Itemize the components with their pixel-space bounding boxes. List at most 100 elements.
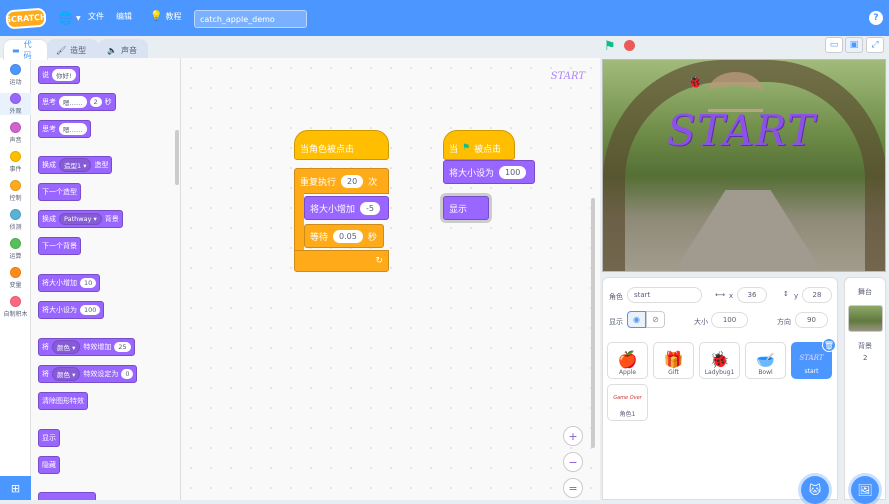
change-effect-block[interactable]: 将颜色 ▾ 特效增加 25 bbox=[38, 338, 135, 356]
partial-block[interactable] bbox=[38, 492, 96, 500]
stop-button[interactable] bbox=[624, 40, 635, 51]
project-name-input[interactable]: catch_apple_demo bbox=[194, 10, 307, 28]
category-looks[interactable]: 外观 bbox=[0, 93, 31, 115]
y-input[interactable]: 28 bbox=[802, 287, 832, 303]
size-input[interactable]: 100 bbox=[711, 312, 748, 328]
looks-dot-icon bbox=[10, 93, 21, 104]
switch-backdrop-block[interactable]: 换成 Pathway ▾ 背景 bbox=[38, 210, 123, 228]
repeat-block-end: ↻ bbox=[294, 250, 389, 272]
zoom-reset-button[interactable]: = bbox=[563, 478, 583, 498]
bowl-icon: 🥣 bbox=[756, 351, 775, 369]
edit-menu[interactable]: 编辑 bbox=[116, 11, 132, 22]
block-input[interactable]: 嗯…… bbox=[59, 123, 87, 135]
category-variables[interactable]: 变量 bbox=[0, 267, 31, 289]
zoom-out-button[interactable]: − bbox=[563, 452, 583, 472]
gift-icon: 🎁 bbox=[663, 350, 684, 369]
sprite-tile-apple[interactable]: 🍎 Apple bbox=[607, 342, 648, 379]
next-costume-block[interactable]: 下一个造型 bbox=[38, 183, 81, 201]
small-stage-button[interactable]: ▭ bbox=[825, 37, 843, 53]
effect-dropdown[interactable]: 颜色 ▾ bbox=[52, 340, 81, 354]
sprite-name-input[interactable]: start bbox=[627, 287, 702, 303]
block-input[interactable]: 25 bbox=[114, 342, 131, 352]
set-size-block[interactable]: 将大小设为 100 bbox=[38, 301, 105, 319]
stage-selector[interactable]: 舞台 背景 2 🖼 bbox=[844, 277, 886, 504]
sprite-tile-ladybug1[interactable]: 🐞 Ladybug1 bbox=[699, 342, 740, 379]
block-label: 换成 bbox=[42, 161, 56, 169]
stage-canvas[interactable]: 🐞 START bbox=[602, 59, 886, 272]
block-input[interactable]: 10 bbox=[80, 278, 97, 288]
tutorials-label: 教程 bbox=[165, 12, 182, 21]
extensions-button[interactable]: ⊞ bbox=[0, 476, 31, 500]
tab-code-label: 代码 bbox=[23, 40, 32, 60]
size-change-input[interactable]: -5 bbox=[360, 201, 380, 215]
category-control[interactable]: 控制 bbox=[0, 180, 31, 202]
x-input[interactable]: 36 bbox=[737, 287, 767, 303]
cat-add-icon: 🐱 bbox=[808, 483, 822, 497]
script-workspace[interactable]: START 当角色被点击 重复执行 20 次 将大小增加 -5 等待 0.05 秒 ↻ 当… bbox=[181, 58, 600, 500]
show-block[interactable]: 显示 bbox=[443, 196, 489, 220]
delete-sprite-button[interactable]: 🗑 bbox=[822, 338, 836, 352]
wait-seconds-input[interactable]: 0.05 bbox=[333, 229, 363, 243]
size-input[interactable]: 100 bbox=[499, 165, 527, 179]
language-menu[interactable]: 🌐 ▼ bbox=[58, 11, 81, 25]
change-size-block[interactable]: 将大小增加 10 bbox=[38, 274, 101, 292]
tutorials-menu[interactable]: 💡 教程 bbox=[150, 11, 181, 22]
when-flag-clicked-block[interactable]: 当 ⚑ 被点击 bbox=[443, 130, 515, 160]
next-backdrop-block[interactable]: 下一个背景 bbox=[38, 237, 81, 255]
workspace-scrollbar[interactable] bbox=[591, 198, 595, 448]
help-icon[interactable]: ? bbox=[869, 11, 883, 25]
category-events[interactable]: 事件 bbox=[0, 151, 31, 173]
normal-stage-button[interactable]: ▣ bbox=[845, 37, 863, 53]
dropdown-value: 颜色 bbox=[57, 344, 70, 352]
think-secs-block[interactable]: 思考 嗯…… 2 秒 bbox=[38, 93, 116, 111]
category-sound[interactable]: 声音 bbox=[0, 122, 31, 144]
change-size-block[interactable]: 将大小增加 -5 bbox=[304, 196, 389, 220]
category-operators[interactable]: 运算 bbox=[0, 238, 31, 260]
small-stage-icon: ▭ bbox=[829, 40, 839, 50]
hide-block[interactable]: 隐藏 bbox=[38, 456, 60, 474]
show-visible-button[interactable]: ◉ bbox=[627, 311, 646, 328]
sprite-tile-bowl[interactable]: 🥣 Bowl bbox=[745, 342, 786, 379]
say-block[interactable]: 说你好! bbox=[38, 66, 80, 84]
block-input[interactable]: 你好! bbox=[52, 69, 76, 81]
costume-dropdown[interactable]: 造型1 ▾ bbox=[59, 158, 92, 172]
sprite-tile-gift[interactable]: 🎁 Gift bbox=[653, 342, 694, 379]
tab-costumes[interactable]: 🖌 造型 bbox=[47, 39, 99, 60]
code-icon: ▬ bbox=[12, 45, 20, 55]
sprite-tile-sprite1[interactable]: Game Over 角色1 bbox=[607, 384, 648, 421]
show-hidden-button[interactable]: ⊘ bbox=[646, 311, 665, 328]
set-size-block[interactable]: 将大小设为 100 bbox=[443, 160, 535, 184]
wait-block[interactable]: 等待 0.05 秒 bbox=[304, 224, 384, 248]
think-block[interactable]: 思考 嗯…… bbox=[38, 120, 91, 138]
fullscreen-button[interactable]: ⤢ bbox=[866, 37, 884, 53]
zoom-in-button[interactable]: + bbox=[563, 426, 583, 446]
repeat-block[interactable]: 重复执行 20 次 bbox=[294, 168, 389, 194]
category-sensing[interactable]: 侦测 bbox=[0, 209, 31, 231]
scratch-logo[interactable]: SCRATCH bbox=[5, 7, 47, 30]
category-motion[interactable]: 运动 bbox=[0, 64, 31, 86]
repeat-count-input[interactable]: 20 bbox=[341, 174, 364, 188]
backdrop-dropdown[interactable]: Pathway ▾ bbox=[59, 213, 102, 225]
switch-costume-block[interactable]: 换成 造型1 ▾ 造型 bbox=[38, 156, 113, 174]
backdrop-thumbnail[interactable] bbox=[848, 305, 883, 332]
tab-sounds[interactable]: 🔈 声音 bbox=[98, 39, 148, 60]
show-block[interactable]: 显示 bbox=[38, 429, 60, 447]
when-sprite-clicked-block[interactable]: 当角色被点击 bbox=[294, 130, 389, 160]
block-input[interactable]: 0 bbox=[121, 369, 134, 379]
image-add-icon: 🖼 bbox=[857, 483, 873, 497]
tab-code[interactable]: ▬ 代码 bbox=[3, 39, 48, 60]
effect-dropdown[interactable]: 颜色 ▾ bbox=[52, 367, 81, 381]
set-effect-block[interactable]: 将颜色 ▾ 特效设定为 0 bbox=[38, 365, 138, 383]
green-flag-button[interactable]: ⚑ bbox=[604, 39, 616, 54]
block-input[interactable]: 100 bbox=[80, 305, 101, 315]
file-menu[interactable]: 文件 bbox=[88, 11, 104, 22]
block-input[interactable]: 嗯…… bbox=[59, 96, 87, 108]
block-input[interactable]: 2 bbox=[89, 97, 102, 107]
category-label: 自制积木 bbox=[3, 311, 28, 318]
direction-input[interactable]: 90 bbox=[795, 312, 828, 328]
palette-scrollbar[interactable] bbox=[175, 130, 179, 185]
direction-label: 方向 bbox=[777, 318, 791, 326]
category-my-blocks[interactable]: 自制积木 bbox=[0, 296, 31, 318]
start-sprite[interactable]: START bbox=[667, 106, 816, 155]
clear-effects-block[interactable]: 清除图形特效 bbox=[38, 392, 88, 410]
